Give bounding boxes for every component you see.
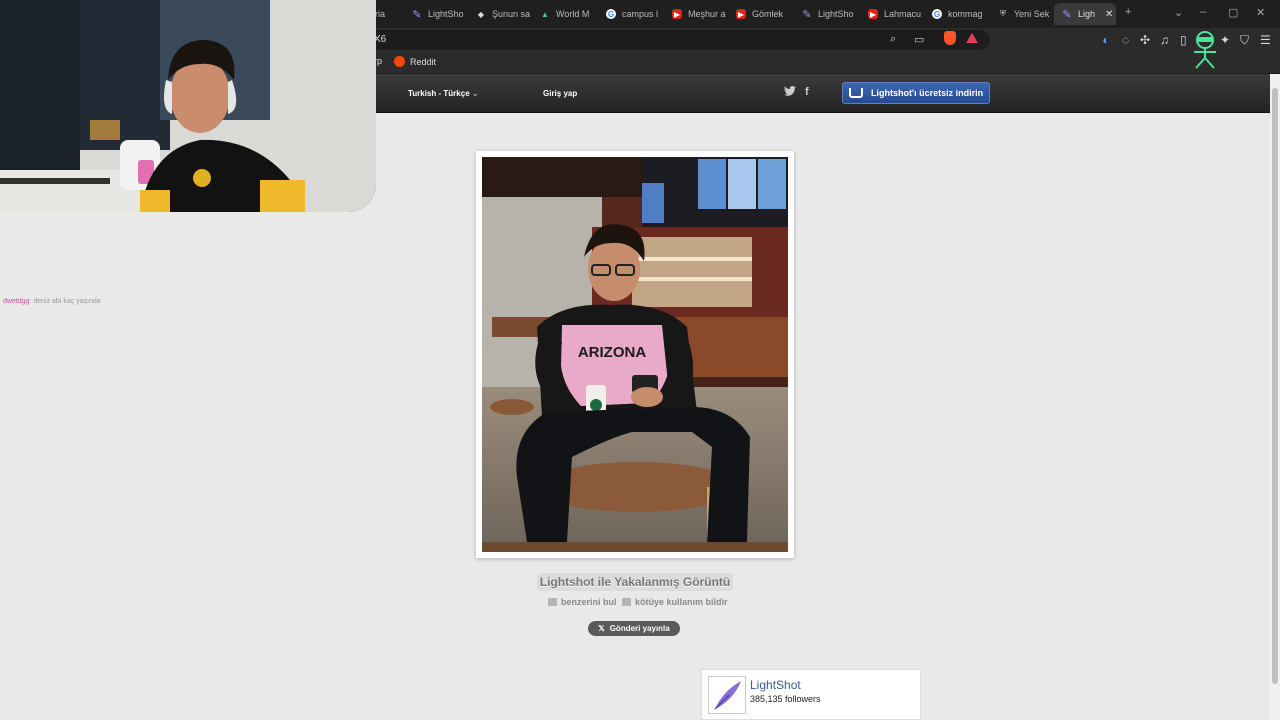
- tab-label: Meşhur a: [688, 9, 726, 19]
- lightshot-logo: [708, 676, 746, 714]
- webcam-overlay: [0, 0, 376, 212]
- screenshot-frame: ARIZONA: [476, 151, 794, 558]
- tab-label: World M: [556, 9, 590, 19]
- camera-icon: [548, 598, 557, 606]
- tab[interactable]: ▲ World M: [532, 3, 594, 25]
- bookmark-reddit[interactable]: Reddit: [394, 56, 436, 67]
- youtube-icon: ▶: [736, 9, 746, 19]
- tab[interactable]: ▶ Lahmacu: [860, 3, 922, 25]
- world-map-icon: ▲: [541, 9, 549, 19]
- tab-label: Gömlek: [752, 9, 784, 19]
- bookmark-label: Reddit: [410, 56, 437, 67]
- language-label: Turkish - Türkçe: [408, 89, 470, 98]
- feather-icon: ✎: [1062, 8, 1072, 21]
- language-select[interactable]: Turkish - Türkçe ⌄: [408, 89, 479, 98]
- mascot-overlay: [1190, 30, 1220, 75]
- download-icon: [849, 88, 863, 98]
- close-icon[interactable]: ✕: [1105, 9, 1113, 20]
- tab-label: LightSho: [428, 9, 464, 19]
- zoom-icon[interactable]: ⌕: [890, 33, 896, 46]
- find-similar-label: benzerini bul: [561, 597, 617, 607]
- google-icon: G: [606, 9, 616, 19]
- tab[interactable]: Gcampus l: [598, 3, 660, 25]
- shield-icon: ⛨: [1000, 9, 1006, 18]
- feather-icon: ✎: [802, 8, 812, 21]
- tab-active[interactable]: ✎ Ligh ✕: [1054, 3, 1116, 25]
- find-similar-link[interactable]: benzerini bul: [548, 597, 617, 607]
- diamond-icon: ◆: [477, 9, 485, 19]
- close-window-icon[interactable]: ✕: [1256, 6, 1265, 19]
- tab-label: Ligh: [1078, 9, 1096, 19]
- shirt-text: ARIZONA: [578, 344, 646, 361]
- chat-username: dwetdgg: [3, 298, 30, 305]
- tab[interactable]: ⛨ Yeni Sek: [990, 3, 1052, 25]
- stream-chat-message: dwetdgg: deniz abi kaç yaşında: [3, 298, 101, 305]
- download-label: Lightshot'ı ücretsiz indirin: [871, 88, 984, 98]
- chat-text: : deniz abi kaç yaşında: [29, 298, 101, 305]
- screenshot-image[interactable]: ARIZONA: [482, 157, 788, 552]
- menu-icon[interactable]: ☰: [1260, 33, 1271, 47]
- sidebar-icon[interactable]: ▯: [1180, 33, 1187, 47]
- facebook-page-name[interactable]: LightShot: [750, 678, 801, 692]
- youtube-icon: ▶: [868, 9, 878, 19]
- url-field[interactable]: X6 ⌕ ▭: [360, 30, 990, 50]
- youtube-icon: ▶: [672, 9, 682, 19]
- brave-rewards-icon[interactable]: [966, 33, 978, 43]
- maximize-icon[interactable]: ▢: [1228, 6, 1238, 19]
- tab-label: kommag: [948, 9, 983, 19]
- flag-icon: [622, 598, 631, 606]
- feather-icon: ✎: [412, 8, 422, 21]
- twitter-icon[interactable]: [784, 85, 796, 99]
- minimize-icon[interactable]: –: [1200, 6, 1206, 18]
- brave-shield-icon[interactable]: [944, 31, 956, 45]
- tab-label: Yeni Sek: [1014, 9, 1050, 19]
- tab-label: Şunun sa: [492, 9, 530, 19]
- circle-icon[interactable]: ◌: [1122, 33, 1129, 47]
- vpn-shield-icon[interactable]: ⛉: [1240, 33, 1249, 48]
- tab[interactable]: ▶ Meşhur a: [664, 3, 726, 25]
- chevron-down-icon[interactable]: ⌄: [1174, 6, 1183, 19]
- cast-icon[interactable]: ▭: [914, 33, 924, 46]
- login-link[interactable]: Giriş yap: [543, 89, 577, 98]
- reddit-icon: [394, 56, 405, 67]
- music-icon[interactable]: ♫: [1160, 33, 1169, 47]
- facebook-followers: 385,135 followers: [750, 694, 821, 704]
- x-icon: 𝕏: [598, 624, 605, 633]
- google-icon: G: [932, 9, 942, 19]
- scroll-thumb[interactable]: [1272, 88, 1278, 684]
- report-abuse-label: kötüye kullanım bildir: [635, 597, 728, 607]
- download-button[interactable]: Lightshot'ı ücretsiz indirin: [842, 82, 990, 104]
- sparkle-icon[interactable]: ✦: [1220, 33, 1230, 47]
- tweet-button[interactable]: 𝕏 Gönderi yayınla: [588, 621, 680, 636]
- tab[interactable]: ✎ LightSho: [404, 3, 466, 25]
- tab-label: campus l: [622, 9, 659, 19]
- tab[interactable]: ▶ Gömlek: [728, 3, 790, 25]
- facebook-icon[interactable]: f: [805, 86, 809, 98]
- scrollbar[interactable]: [1270, 74, 1280, 720]
- tweet-label: Gönderi yayınla: [609, 624, 670, 633]
- tab-label: LightSho: [818, 9, 854, 19]
- extensions-icon[interactable]: ✣: [1140, 33, 1150, 47]
- tab[interactable]: ◆ Şunun sa: [468, 3, 530, 25]
- tab-label: Lahmacu: [884, 9, 922, 19]
- tab[interactable]: Gkommag: [924, 3, 986, 25]
- facebook-page-widget[interactable]: LightShot 385,135 followers: [701, 669, 921, 720]
- tab[interactable]: ✎ LightSho: [794, 3, 856, 25]
- image-caption: Lightshot ile Yakalanmış Görüntü: [537, 573, 733, 591]
- speaker-icon[interactable]: ◖: [1101, 33, 1108, 47]
- new-tab-icon[interactable]: +: [1125, 6, 1131, 18]
- report-abuse-link[interactable]: kötüye kullanım bildir: [622, 597, 728, 607]
- chevron-down-icon: ⌄: [471, 89, 479, 98]
